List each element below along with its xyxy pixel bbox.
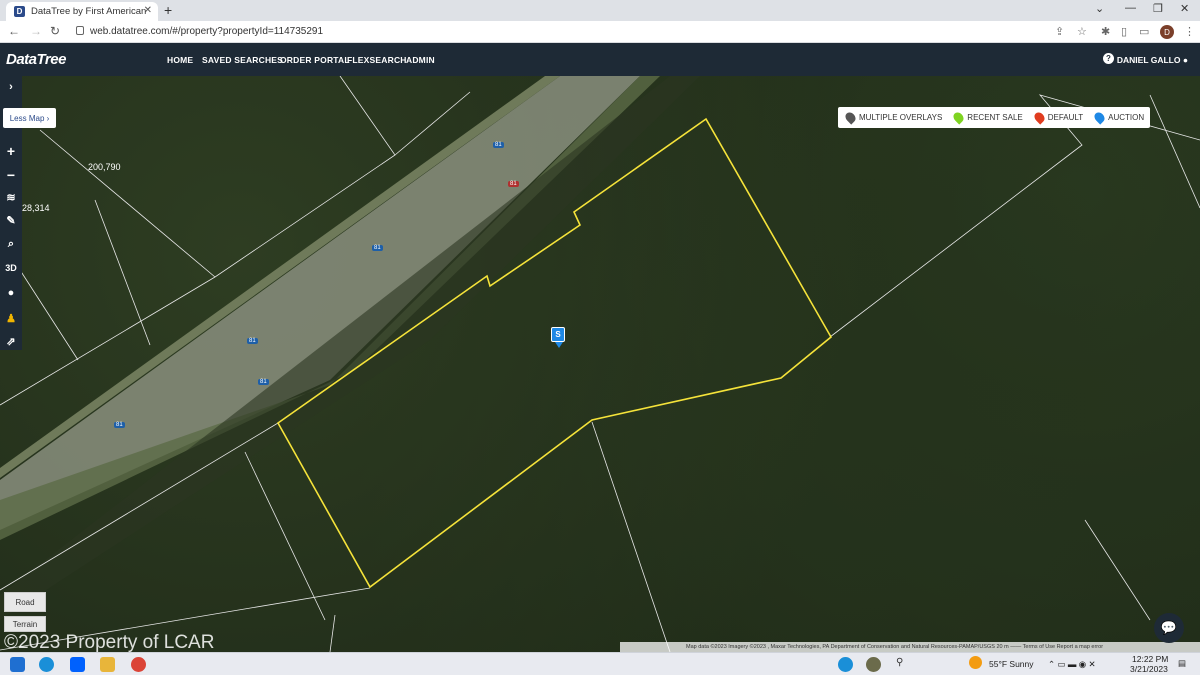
legend-label: AUCTION — [1108, 113, 1145, 122]
lock-icon — [76, 26, 84, 35]
nav-order-portal[interactable]: ORDER PORTAL — [280, 55, 350, 65]
map-type-terrain[interactable]: Terrain — [4, 616, 46, 632]
legend-label: RECENT SALE — [967, 113, 1023, 122]
address-bar: ← → ↻ web.datatree.com/#/property?proper… — [0, 21, 1200, 43]
weather-text[interactable]: 55°F Sunny — [989, 659, 1034, 669]
clock-date[interactable]: 3/21/2023 — [1130, 664, 1168, 674]
side-panel-icon[interactable]: ▯ — [1121, 25, 1127, 38]
legend-multiple-overlays[interactable]: MULTIPLE OVERLAYS — [843, 110, 943, 125]
parcel-label: 28,314 — [22, 203, 50, 213]
highway-shield-icon: 81 — [247, 338, 258, 344]
highway-road — [0, 76, 640, 530]
back-icon[interactable]: ← — [8, 24, 20, 38]
app-navbar: DataTree HOME SAVED SEARCHES ORDER PORTA… — [0, 43, 1200, 76]
dropbox-icon[interactable] — [70, 657, 85, 672]
street-view-icon[interactable]: ♟ — [0, 312, 22, 325]
pin-icon — [843, 110, 858, 125]
help-icon[interactable]: ? — [1103, 53, 1114, 64]
rail-line — [0, 76, 700, 620]
chevron-right-icon: › — [46, 113, 50, 123]
parcel-label: 200,790 — [88, 162, 121, 172]
legend-recent-sale[interactable]: RECENT SALE — [951, 110, 1023, 125]
tab-search-icon[interactable]: ⌄ — [1095, 2, 1104, 15]
edge-icon[interactable] — [39, 657, 54, 672]
close-tab-icon[interactable]: ✕ — [144, 5, 152, 16]
windows-taskbar: ⚲ 55°F Sunny ⌃ ▭ ▬ ◉ ✕ 12:22 PM 3/21/202… — [0, 652, 1200, 675]
highway-shield-icon: 81 — [114, 422, 125, 428]
tool-3d[interactable]: 3D — [0, 263, 22, 273]
minimize-icon[interactable]: — — [1125, 2, 1136, 14]
pin-icon — [1032, 110, 1047, 125]
legend-default[interactable]: DEFAULT — [1032, 110, 1084, 125]
map-type-road[interactable]: Road — [4, 592, 46, 612]
map-legend: MULTIPLE OVERLAYS RECENT SALE DEFAULT AU… — [838, 107, 1150, 128]
legend-label: MULTIPLE OVERLAYS — [859, 113, 943, 122]
system-tray-icons[interactable]: ⌃ ▭ ▬ ◉ ✕ — [1048, 659, 1096, 670]
nav-home[interactable]: HOME — [167, 55, 193, 65]
highway-shield-icon: 81 — [372, 245, 383, 251]
menu-kebab-icon[interactable]: ⋮ — [1184, 25, 1195, 38]
datatree-favicon-icon: D — [14, 6, 25, 17]
map-attribution: Map data ©2023 Imagery ©2023 , Maxar Tec… — [620, 642, 1200, 652]
highway-shield-icon: 81 — [508, 181, 519, 187]
map-overlay — [0, 76, 1200, 652]
clock-time[interactable]: 12:22 PM — [1132, 654, 1168, 664]
forward-icon[interactable]: → — [30, 24, 42, 38]
start-icon[interactable] — [10, 657, 25, 672]
notifications-icon[interactable]: ▤ — [1178, 658, 1186, 669]
reload-icon[interactable]: ↻ — [50, 24, 60, 38]
watermark: ©2023 Property of LCAR — [4, 632, 215, 653]
subject-property-pin[interactable]: S — [551, 327, 565, 348]
tab-title: DataTree by First American — [31, 6, 147, 17]
weather-sun-icon — [969, 656, 982, 669]
search-icon[interactable]: ⌕ — [0, 238, 22, 251]
user-menu[interactable]: DANIEL GALLO ● — [1117, 55, 1188, 65]
zoom-out-icon[interactable]: − — [0, 167, 22, 183]
pin-icon — [1092, 110, 1107, 125]
close-window-icon[interactable]: ✕ — [1180, 2, 1189, 15]
chrome-icon[interactable] — [131, 657, 146, 672]
people-icon[interactable]: ⚲ — [896, 657, 911, 672]
bookmark-star-icon[interactable]: ☆ — [1077, 25, 1087, 38]
globe-icon[interactable]: ● — [0, 287, 22, 299]
new-tab-icon[interactable]: + — [164, 2, 172, 18]
browser-tab[interactable]: D DataTree by First American ✕ — [6, 2, 158, 21]
nav-admin[interactable]: ADMIN — [406, 55, 435, 65]
maximize-icon[interactable]: ❐ — [1153, 2, 1163, 15]
draw-icon[interactable]: ✎ — [0, 214, 22, 227]
share-page-icon[interactable]: ⇪ — [1055, 25, 1064, 38]
highway-shield-icon: 81 — [493, 142, 504, 148]
nav-flexsearch[interactable]: FLEXSEARCH — [347, 55, 407, 65]
url-field[interactable]: web.datatree.com/#/property?propertyId=1… — [90, 26, 323, 37]
zoom-in-icon[interactable]: + — [0, 143, 22, 159]
chat-icon[interactable]: 💬 — [1154, 613, 1184, 643]
extensions-icon[interactable]: ✱ — [1101, 25, 1110, 38]
help-taskbar-icon[interactable] — [838, 657, 853, 672]
file-explorer-icon[interactable] — [100, 657, 115, 672]
legend-label: DEFAULT — [1047, 113, 1084, 122]
user-photo-icon[interactable] — [866, 657, 881, 672]
user-name: DANIEL GALLO — [1116, 55, 1181, 65]
datatree-logo[interactable]: DataTree — [6, 51, 66, 68]
legend-auction[interactable]: AUCTION — [1092, 110, 1145, 125]
profile-avatar[interactable]: D — [1160, 25, 1174, 39]
satellite-map[interactable]: 81 81 81 81 81 81 — [0, 76, 1200, 652]
layers-icon[interactable]: ≋ — [0, 191, 22, 204]
user-icon: ● — [1182, 55, 1188, 65]
sidebar-icon[interactable]: ▭ — [1139, 25, 1149, 38]
nav-saved-searches[interactable]: SAVED SEARCHES — [202, 55, 283, 65]
highway-shield-icon: 81 — [258, 379, 269, 385]
browser-tab-bar: D DataTree by First American ✕ + ⌄ — ❐ ✕ — [0, 0, 1200, 21]
less-map-button[interactable]: Less Map › — [3, 108, 56, 128]
share-icon[interactable]: ⇗ — [0, 335, 22, 348]
pin-icon — [951, 110, 966, 125]
less-map-label: Less Map — [9, 113, 45, 123]
expand-icon[interactable]: › — [0, 81, 22, 93]
